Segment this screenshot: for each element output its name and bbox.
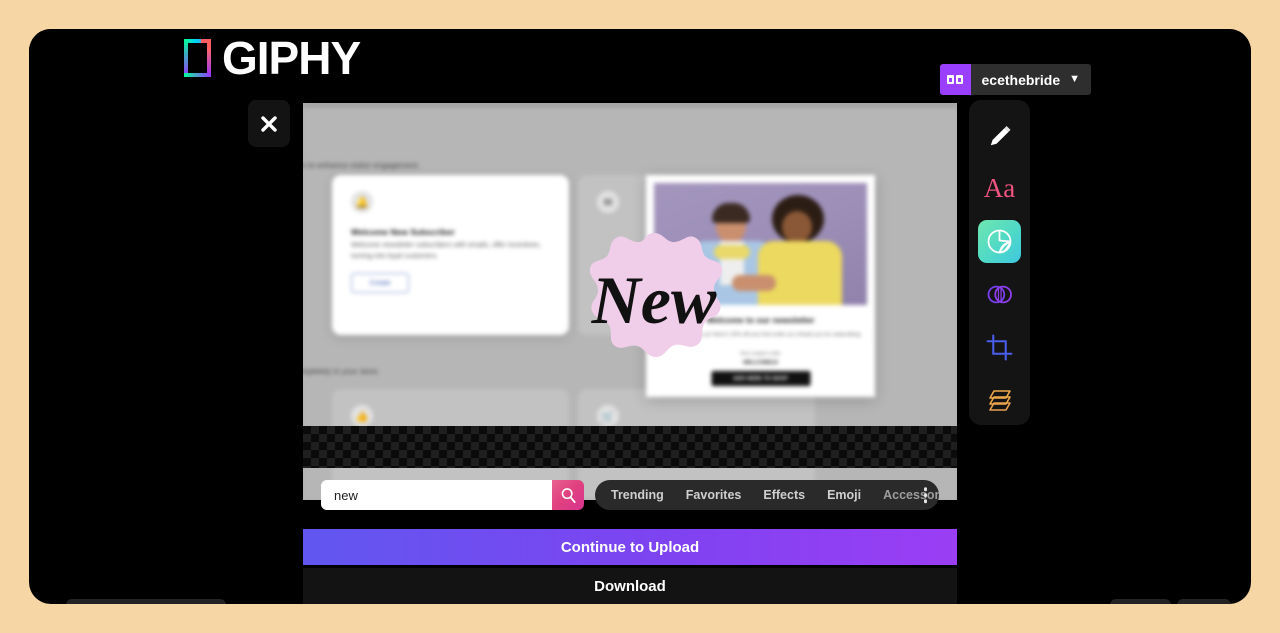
giphy-logo[interactable]: GIPHY — [184, 32, 361, 84]
layers-tool[interactable] — [978, 379, 1021, 422]
search-field-wrap[interactable] — [321, 480, 552, 510]
doc-second-line: ompletely in your store. — [303, 367, 380, 376]
sticker-search-row: Trending Favorites Effects Emoji Accesso… — [303, 471, 957, 519]
doc-card-create-button: Create — [351, 273, 409, 293]
crop-tool[interactable] — [978, 326, 1021, 369]
tab-trending[interactable]: Trending — [611, 488, 664, 502]
terms-link[interactable]: Terms — [1176, 599, 1231, 604]
doc-card-welcome: 🔔 Welcome New Subscriber Welcome newslet… — [332, 175, 569, 335]
cart-icon: 🛒 — [597, 405, 619, 427]
close-icon — [261, 115, 277, 132]
new-sticker-icon: New — [589, 233, 723, 357]
tab-accessories[interactable]: Accessories — [883, 488, 939, 502]
search-icon — [561, 487, 576, 503]
account-menu[interactable]: ecethebride ▼ — [939, 64, 1091, 95]
search-input[interactable] — [334, 487, 534, 503]
email-cta-button: ADD HERE TO SHOP — [711, 371, 810, 386]
editor-toolbar: Aa — [969, 100, 1030, 425]
tab-emoji[interactable]: Emoji — [827, 488, 861, 502]
transparency-checker-strip — [303, 426, 957, 468]
switch-to-old-gif-maker-button[interactable]: Switch to Old GIF Maker — [66, 599, 227, 604]
text-tool-label: Aa — [983, 173, 1016, 203]
doc-header-line: on to enhance visitor engagement. — [303, 161, 420, 170]
continue-to-upload-button[interactable]: Continue to Upload — [303, 529, 957, 565]
giphy-logo-icon — [184, 39, 211, 77]
giphy-app-window: GIPHY ecethebride ▼ on to enhance visito… — [29, 29, 1251, 604]
text-tool[interactable]: Aa — [978, 167, 1021, 210]
doc-card-title: Welcome New Subscriber — [351, 227, 455, 237]
download-button[interactable]: Download — [303, 568, 957, 604]
draw-tool[interactable] — [978, 114, 1021, 157]
tab-favorites[interactable]: Favorites — [686, 488, 742, 502]
filters-tool[interactable] — [978, 273, 1021, 316]
bell-icon: 🔔 — [351, 191, 373, 213]
thumbs-up-icon: 👍 — [351, 405, 373, 427]
envelope-icon: ✉ — [597, 191, 619, 213]
sticker-tool[interactable] — [978, 220, 1021, 263]
tab-effects[interactable]: Effects — [763, 488, 805, 502]
new-sticker[interactable]: New — [586, 231, 723, 385]
giphy-logo-text: GIPHY — [222, 32, 361, 84]
eyes-avatar-icon — [939, 64, 971, 95]
sticker-icon — [987, 229, 1012, 254]
legal-links: Privacy Terms — [1109, 599, 1231, 604]
layers-icon — [988, 389, 1011, 411]
more-vertical-icon[interactable] — [923, 487, 927, 503]
new-sticker-text: New — [591, 262, 717, 338]
close-button[interactable] — [248, 100, 290, 147]
doc-card-desc: Welcome newsletter subscribers with emai… — [351, 242, 541, 260]
crop-icon — [986, 334, 1013, 361]
pencil-icon — [990, 125, 1011, 145]
search-button[interactable] — [552, 480, 584, 510]
sticker-category-tabs: Trending Favorites Effects Emoji Accesso… — [595, 480, 939, 510]
filters-icon — [987, 285, 1012, 304]
account-username: ecethebride — [981, 71, 1061, 88]
privacy-link[interactable]: Privacy — [1109, 599, 1171, 604]
chevron-down-icon: ▼ — [1069, 73, 1080, 85]
